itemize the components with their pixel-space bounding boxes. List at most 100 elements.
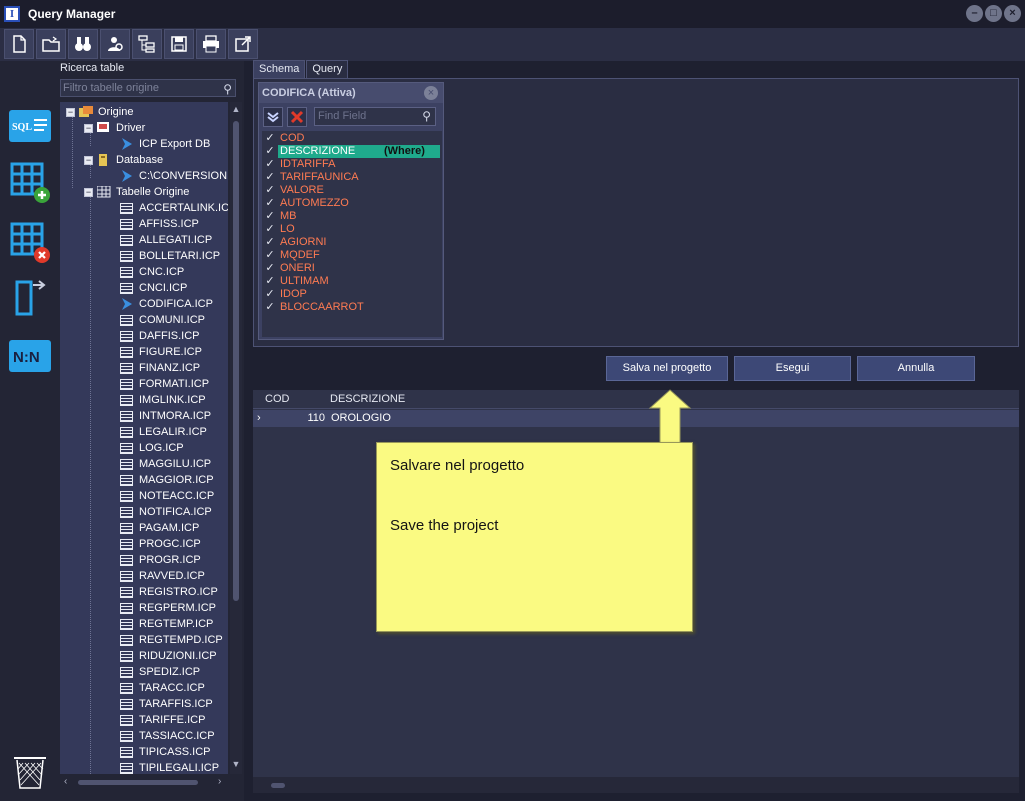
scrollbar-thumb[interactable] — [271, 783, 285, 788]
add-table-icon[interactable] — [9, 161, 51, 203]
tree-vertical-scrollbar[interactable]: ▲ ▼ — [230, 102, 242, 774]
cell-cod[interactable]: 110 — [265, 410, 325, 427]
field-row[interactable]: ✓ LO — [262, 223, 442, 236]
scrollbar-thumb[interactable] — [233, 121, 239, 601]
scroll-down-icon[interactable]: ▼ — [230, 759, 242, 769]
cell-descrizione[interactable]: OROLOGIO — [331, 410, 631, 427]
table-row[interactable]: › 110 OROLOGIO — [253, 410, 1019, 427]
field-row[interactable]: ✓ MB — [262, 210, 442, 223]
scroll-left-icon[interactable]: ‹ — [64, 776, 67, 787]
tree-node-table[interactable]: TASSIACC.ICP — [120, 728, 215, 744]
tree-node-table[interactable]: TIPICASS.ICP — [120, 744, 211, 760]
checkbox-icon[interactable]: ✓ — [263, 184, 277, 197]
tree-node-table[interactable]: INTMORA.ICP — [120, 408, 211, 424]
export-table-icon[interactable] — [9, 277, 51, 319]
table-window-codifica[interactable]: CODIFICA (Attiva) × Find Field ⚲ ✓ COD ✓ DE… — [258, 82, 444, 340]
find-user-icon[interactable] — [100, 29, 130, 59]
field-row[interactable]: ✓ IDOP — [262, 288, 442, 301]
close-button[interactable]: × — [1004, 5, 1021, 22]
checkbox-icon[interactable]: ✓ — [263, 145, 277, 158]
run-button[interactable]: Esegui — [734, 356, 851, 381]
tree-node-table[interactable]: NOTIFICA.ICP — [120, 504, 212, 520]
field-row[interactable]: ✓ TARIFFAUNICA — [262, 171, 442, 184]
maximize-button[interactable]: □ — [985, 5, 1002, 22]
close-icon[interactable]: × — [424, 86, 438, 100]
tree-node-table[interactable]: LOG.ICP — [120, 440, 184, 456]
collapse-icon[interactable]: − — [84, 123, 93, 133]
scrollbar-thumb[interactable] — [78, 780, 198, 785]
field-row[interactable]: ✓ MQDEF — [262, 249, 442, 262]
tree-node-table[interactable]: ACCERTALINK.ICP — [120, 200, 228, 216]
search-icon[interactable]: ⚲ — [422, 108, 431, 125]
checkbox-icon[interactable]: ✓ — [263, 132, 277, 145]
tree-node-table[interactable]: FIGURE.ICP — [120, 344, 202, 360]
tree-node-driver[interactable]: − Driver — [84, 120, 145, 136]
tree-node-database[interactable]: − Database — [84, 152, 163, 168]
tree-node-table[interactable]: REGPERM.ICP — [120, 600, 216, 616]
tree-node-table[interactable]: TARIFFE.ICP — [120, 712, 205, 728]
print-icon[interactable] — [196, 29, 226, 59]
search-icon[interactable]: ⚲ — [223, 81, 232, 97]
tree-node-table[interactable]: DAFFIS.ICP — [120, 328, 200, 344]
tree-node-table[interactable]: FINANZ.ICP — [120, 360, 200, 376]
collapse-icon[interactable]: − — [84, 187, 93, 197]
scroll-right-icon[interactable]: › — [218, 776, 221, 787]
tree-node-table[interactable]: REGTEMP.ICP — [120, 616, 213, 632]
tree-node-table[interactable]: TARAFFIS.ICP — [120, 696, 213, 712]
find-field-input[interactable]: Find Field ⚲ — [314, 107, 436, 126]
field-row[interactable]: ✓ DESCRIZIONE (Where) — [262, 145, 442, 158]
tree-node-table[interactable]: REGTEMPD.ICP — [120, 632, 223, 648]
new-file-icon[interactable] — [4, 29, 34, 59]
tree-node-tables[interactable]: − Tabelle Origine — [84, 184, 189, 200]
tree-node-table[interactable]: TARACC.ICP — [120, 680, 205, 696]
checkbox-icon[interactable]: ✓ — [263, 301, 277, 314]
tree-node-table[interactable]: NOTEACC.ICP — [120, 488, 214, 504]
tree-horizontal-scrollbar[interactable]: ‹ › — [60, 775, 228, 789]
minimize-button[interactable]: – — [966, 5, 983, 22]
save-in-project-button[interactable]: Salva nel progetto — [606, 356, 728, 381]
grid-horizontal-scrollbar[interactable] — [253, 777, 1019, 793]
expand-fields-icon[interactable] — [263, 107, 283, 127]
tree-node-table[interactable]: CNCI.ICP — [120, 280, 187, 296]
field-row[interactable]: ✓ VALORE — [262, 184, 442, 197]
column-header-descrizione[interactable]: DESCRIZIONE — [328, 390, 628, 409]
tree-node-table[interactable]: CNC.ICP — [120, 264, 184, 280]
field-row[interactable]: ✓ ONERI — [262, 262, 442, 275]
collapse-icon[interactable]: − — [66, 107, 75, 117]
tree-node-driver-item[interactable]: ICP Export DB — [120, 136, 210, 152]
column-header-cod[interactable]: COD — [263, 390, 327, 409]
save-icon[interactable] — [164, 29, 194, 59]
sql-query-icon[interactable]: SQL — [9, 105, 51, 147]
tree-node-table[interactable]: PROGC.ICP — [120, 536, 201, 552]
field-row[interactable]: ✓ ULTIMAM — [262, 275, 442, 288]
tree-node-table[interactable]: ALLEGATI.ICP — [120, 232, 212, 248]
remove-table-button[interactable] — [287, 107, 307, 127]
tree-node-table[interactable]: BOLLETARI.ICP — [120, 248, 220, 264]
export-icon[interactable] — [228, 29, 258, 59]
scroll-up-icon[interactable]: ▲ — [230, 104, 242, 114]
checkbox-icon[interactable]: ✓ — [263, 158, 277, 171]
collapse-icon[interactable]: − — [84, 155, 93, 165]
tree-node-origine[interactable]: − Origine — [66, 104, 133, 120]
tree-node-table[interactable]: RAVVED.ICP — [120, 568, 205, 584]
table-window-title[interactable]: CODIFICA (Attiva) — [259, 83, 443, 103]
tree-view-icon[interactable] — [132, 29, 162, 59]
tree-node-table[interactable]: MAGGILU.ICP — [120, 456, 211, 472]
cancel-button[interactable]: Annulla — [857, 356, 975, 381]
tree-node-table[interactable]: AFFISS.ICP — [120, 216, 199, 232]
tree-node-table[interactable]: COMUNI.ICP — [120, 312, 205, 328]
field-row[interactable]: ✓ IDTARIFFA — [262, 158, 442, 171]
checkbox-icon[interactable]: ✓ — [263, 171, 277, 184]
checkbox-icon[interactable]: ✓ — [263, 249, 277, 262]
field-row[interactable]: ✓ AGIORNI — [262, 236, 442, 249]
field-row[interactable]: ✓ AUTOMEZZO — [262, 197, 442, 210]
tree-node-table[interactable]: CODIFICA.ICP — [120, 296, 213, 312]
tab-query[interactable]: Query — [306, 60, 349, 78]
binoculars-icon[interactable] — [68, 29, 98, 59]
checkbox-icon[interactable]: ✓ — [263, 262, 277, 275]
tree-node-table[interactable]: FORMATI.ICP — [120, 376, 209, 392]
checkbox-icon[interactable]: ✓ — [263, 275, 277, 288]
checkbox-icon[interactable]: ✓ — [263, 236, 277, 249]
tree-node-table[interactable]: REGISTRO.ICP — [120, 584, 218, 600]
tree-node-database-item[interactable]: C:\CONVERSIONI — [120, 168, 228, 184]
